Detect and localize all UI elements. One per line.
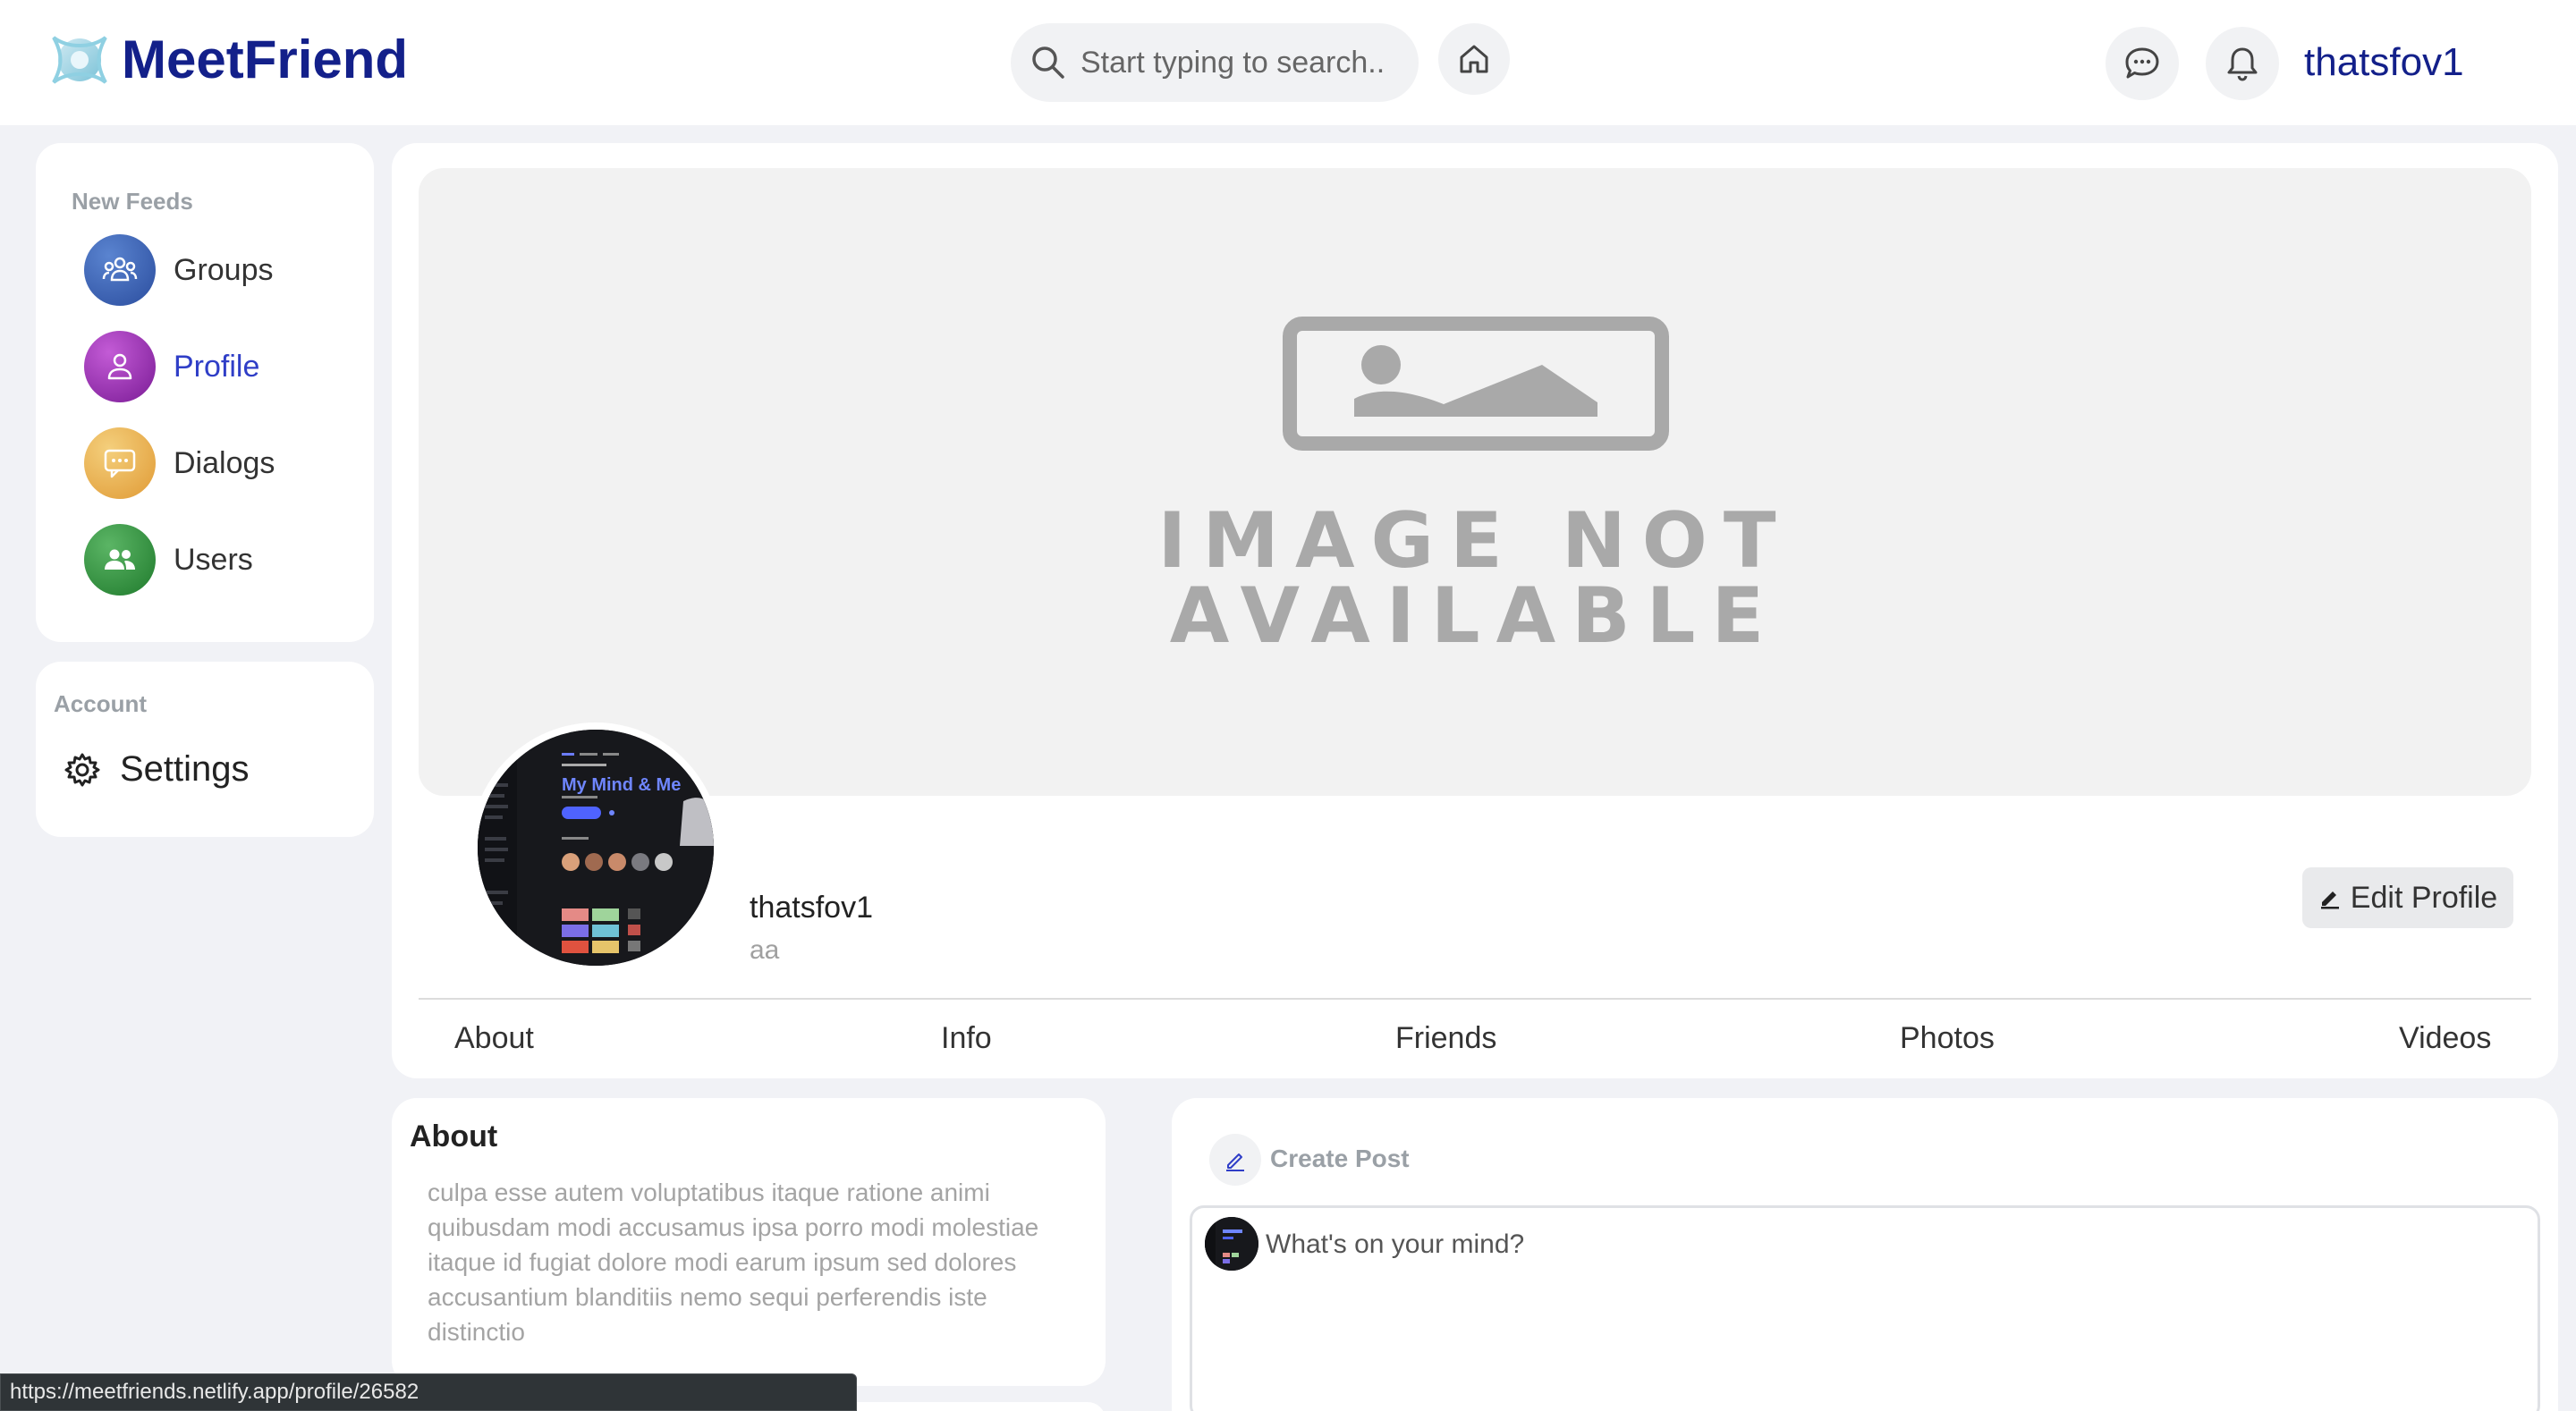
about-title: About [410, 1120, 498, 1153]
header-username[interactable]: thatsfov1 [2304, 36, 2464, 89]
sidebar-item-dialogs[interactable]: Dialogs [84, 427, 275, 499]
profile-divider [419, 998, 2531, 1000]
sidebar-item-groups[interactable]: Groups [84, 234, 274, 306]
home-icon [1460, 45, 1488, 73]
sidebar-feeds-card: New Feeds Groups Profile Dialogs Users [36, 143, 374, 642]
tab-videos[interactable]: Videos [2399, 1021, 2491, 1056]
profile-name: thatsfov1 [750, 891, 873, 925]
image-placeholder-icon [1283, 317, 1669, 451]
settings-link[interactable]: Settings [64, 749, 250, 790]
logo-icon [52, 36, 107, 84]
sidebar-item-users[interactable]: Users [84, 524, 253, 596]
sidebar-item-label: Profile [174, 349, 260, 384]
pencil-icon [2320, 891, 2339, 909]
link-status-bar: https://meetfriends.netlify.app/profile/… [0, 1373, 857, 1411]
gear-icon [64, 753, 100, 786]
sidebar-account-card: Account Settings [36, 662, 374, 837]
cover-text-line2: AVAILABLE [1169, 571, 1781, 661]
notifications-button[interactable] [2206, 27, 2279, 100]
cover-image: IMAGE NOT AVAILABLE [419, 168, 2531, 796]
avatar-image: My Mind & Me [478, 730, 714, 966]
sidebar-item-label: Users [174, 542, 253, 577]
cover-text-line1: IMAGE NOT [1157, 496, 1792, 586]
search-input[interactable] [1080, 45, 1402, 80]
create-post-icon-wrap [1209, 1134, 1261, 1186]
about-text: culpa esse autem voluptatibus itaque rat… [428, 1179, 1039, 1346]
sidebar-account-heading: Account [54, 690, 147, 717]
create-post-label: Create Post [1270, 1145, 1410, 1172]
app-logo[interactable]: MeetFriend [50, 29, 408, 91]
tab-info[interactable]: Info [941, 1021, 992, 1056]
search-bar[interactable] [1011, 23, 1419, 102]
post-textarea[interactable]: What's on your mind? [1190, 1205, 2540, 1411]
messages-button[interactable] [2106, 27, 2179, 100]
search-icon [1032, 46, 1064, 79]
profile-avatar[interactable]: My Mind & Me [470, 722, 721, 973]
message-icon [84, 427, 156, 499]
chat-bubble-icon [2125, 47, 2159, 79]
home-button[interactable] [1438, 23, 1510, 95]
logo-text: MeetFriend [122, 30, 409, 89]
user-icon [84, 331, 156, 402]
post-avatar [1205, 1217, 1258, 1271]
edit-profile-button[interactable]: Edit Profile [2302, 867, 2513, 928]
profile-subtitle: aa [750, 935, 780, 965]
tab-photos[interactable]: Photos [1900, 1021, 1995, 1056]
users-icon [84, 524, 156, 596]
avatar-caption-title: My Mind & Me [562, 775, 681, 795]
sidebar-item-label: Dialogs [174, 445, 275, 480]
top-header: MeetFriend thatsfov1 [0, 0, 2576, 125]
settings-label: Settings [120, 749, 250, 789]
sidebar-item-profile[interactable]: Profile [84, 331, 259, 402]
edit-profile-label: Edit Profile [2350, 880, 2498, 915]
sidebar-item-label: Groups [174, 252, 274, 287]
tab-friends[interactable]: Friends [1395, 1021, 1496, 1056]
post-placeholder: What's on your mind? [1266, 1229, 1525, 1259]
groups-icon [84, 234, 156, 306]
sidebar-feeds-heading: New Feeds [72, 188, 193, 215]
pencil-icon [1226, 1153, 1244, 1171]
bell-icon [2227, 47, 2258, 81]
tab-about[interactable]: About [454, 1021, 534, 1056]
